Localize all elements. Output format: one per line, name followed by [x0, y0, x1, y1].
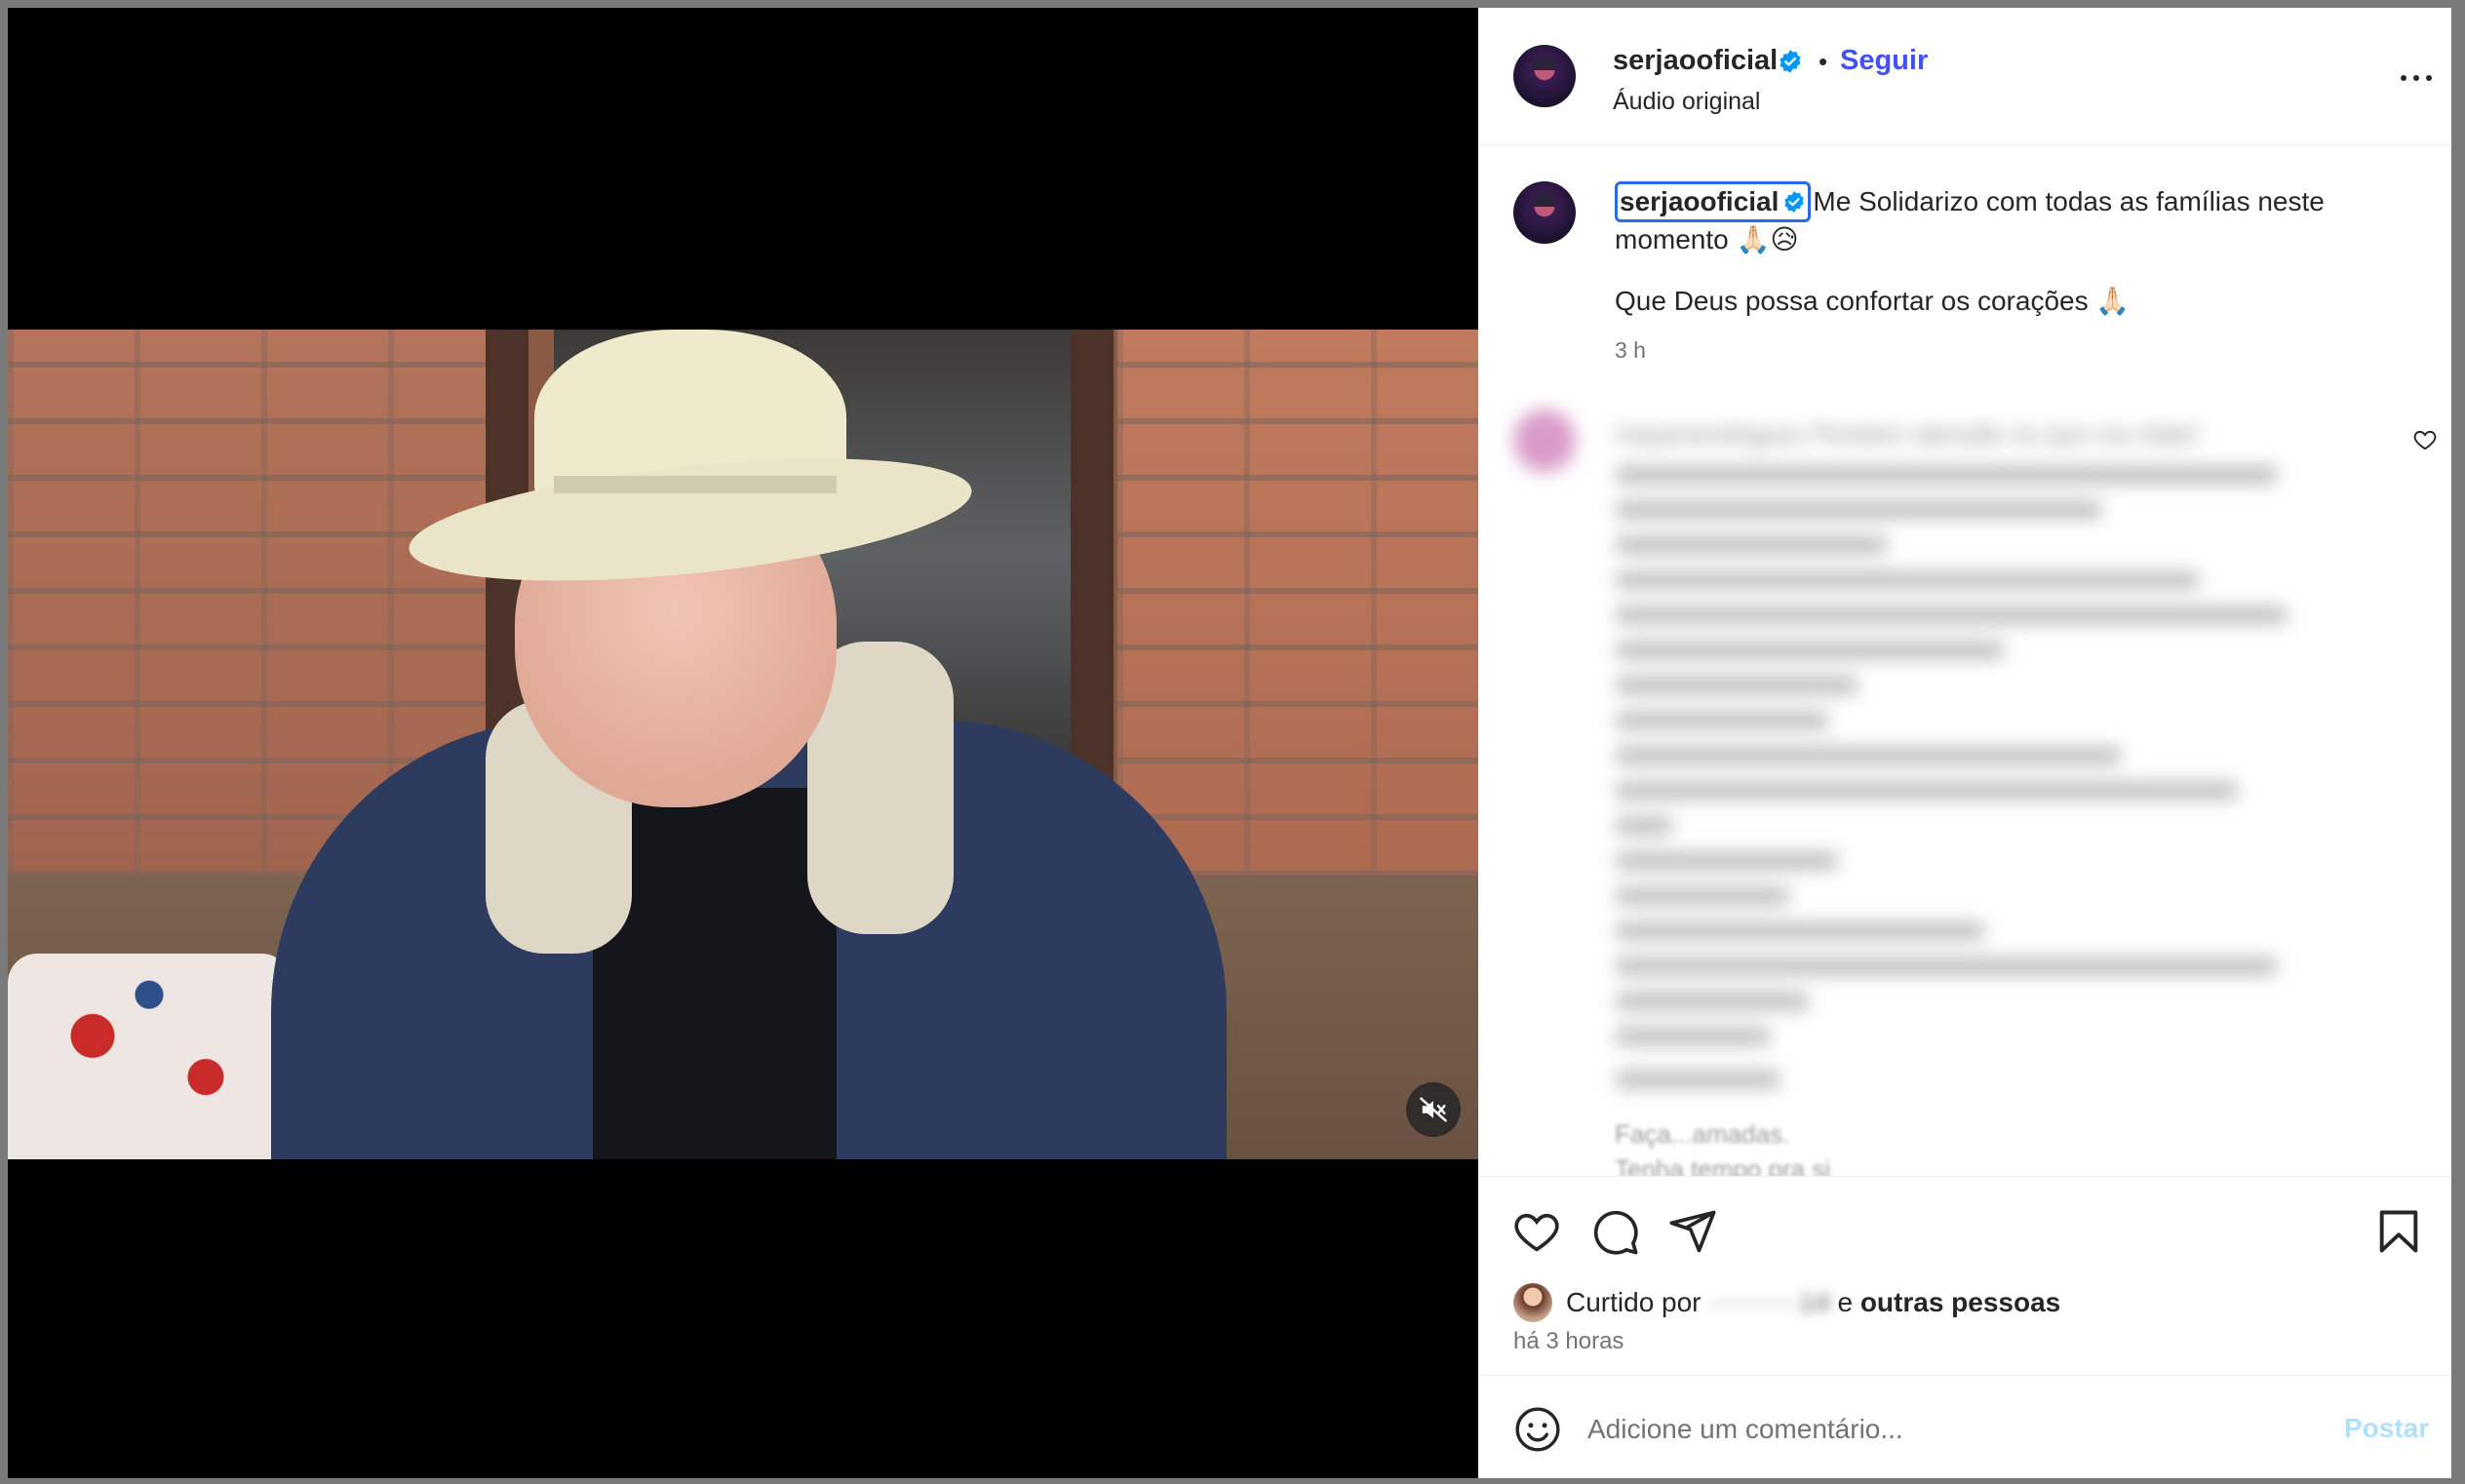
comment-input[interactable] [1585, 1403, 2272, 1456]
video-pane[interactable] [8, 8, 1478, 1478]
blurred-line [1615, 677, 1859, 694]
share-icon[interactable] [1667, 1206, 1718, 1257]
more-options-button[interactable] [2397, 68, 2436, 88]
caption-text-block: serjaooficial Me Solidarizo com todas as… [1615, 181, 2414, 257]
blurred-line [1615, 852, 1839, 870]
blurred-line [1615, 642, 2005, 659]
post-side-panel: serjaooficial • Seguir Áudio original se… [1478, 8, 2451, 1478]
author-avatar[interactable] [1513, 45, 1576, 107]
post-header: serjaooficial • Seguir Áudio original [1478, 8, 2451, 145]
likes-summary: Curtido por ··········14 e outras pessoa… [1478, 1273, 2451, 1371]
audio-label[interactable]: Áudio original [1613, 88, 1761, 116]
caption-timestamp[interactable]: 3 h [1615, 337, 1646, 364]
video-pillow [8, 954, 291, 1159]
blurred-line [1615, 957, 2278, 975]
blurred-comment: mayararodriguez Prestem atenção no que v… [1478, 398, 2451, 1176]
post-age[interactable]: há 3 horas [1513, 1328, 1624, 1355]
mute-button[interactable] [1406, 1082, 1461, 1137]
verified-icon [1780, 50, 1801, 73]
blurred-line [1615, 747, 2122, 764]
caption-username-text: serjaooficial [1620, 186, 1780, 216]
caption-text-line2: Que Deus possa confortar os corações 🙏🏻 [1615, 286, 2131, 316]
blurred-line [1615, 466, 2278, 484]
blurred-partial-line: Faça...amadas. [1615, 1119, 1790, 1149]
author-username[interactable]: serjaooficial [1613, 45, 1778, 77]
blurred-line [1615, 536, 1888, 554]
action-bar [1478, 1176, 2451, 1284]
blurred-line [1615, 712, 1829, 729]
blurred-line [1615, 1071, 1780, 1088]
more-icon [2401, 75, 2406, 81]
post-comment-button[interactable]: Postar [2344, 1413, 2429, 1444]
comments-area[interactable]: serjaooficial Me Solidarizo com todas as… [1478, 144, 2451, 1176]
blurred-line [1615, 817, 1673, 835]
blurred-line [1615, 993, 1810, 1010]
video-person-hat-band [554, 476, 837, 493]
blurred-comment-text: mayararodriguez Prestem atenção no que v… [1615, 419, 2200, 449]
verified-icon [1784, 191, 1805, 213]
likes-others[interactable]: outras pessoas [1860, 1287, 2060, 1317]
blurred-line [1615, 501, 2102, 519]
bookmark-icon[interactable] [2373, 1206, 2424, 1257]
caption-username[interactable]: serjaooficial [1615, 181, 1812, 222]
blurred-line [1615, 782, 2239, 800]
post-modal: serjaooficial • Seguir Áudio original se… [8, 8, 2451, 1478]
header-separator: • [1819, 47, 1828, 76]
liker-name[interactable]: ··········14 [1708, 1287, 1829, 1317]
blurred-line [1615, 1028, 1771, 1045]
commenter-avatar [1513, 410, 1576, 472]
blurred-partial-line: Tenha tempo pra si [1615, 1154, 1831, 1176]
likes-prefix: Curtido por [1566, 1287, 1702, 1317]
blurred-line [1615, 887, 1790, 905]
blurred-line [1615, 571, 2200, 589]
more-icon-dot [2426, 75, 2432, 81]
mute-icon [1420, 1097, 1447, 1122]
more-icon-dot [2413, 75, 2419, 81]
emoji-icon[interactable] [1513, 1405, 1562, 1454]
likes-text[interactable]: Curtido por ··········14 e outras pessoa… [1566, 1287, 2060, 1318]
blurred-line [1615, 922, 1985, 940]
follow-button[interactable]: Seguir [1840, 45, 1928, 77]
comment-like-icon[interactable] [2412, 427, 2438, 452]
likes-conjunction: e [1837, 1287, 1854, 1317]
heart-icon[interactable] [1511, 1206, 1562, 1257]
liker-avatar[interactable] [1513, 1283, 1552, 1322]
comment-icon[interactable] [1589, 1206, 1640, 1257]
comment-composer: Postar [1478, 1375, 2451, 1478]
caption-author-avatar[interactable] [1513, 181, 1576, 244]
blurred-line [1615, 606, 2288, 624]
video-player[interactable] [8, 330, 1478, 1159]
